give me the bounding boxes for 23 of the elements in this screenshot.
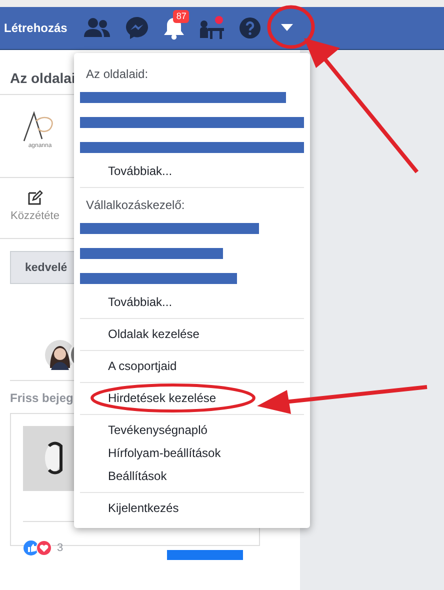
edit-icon[interactable]	[27, 190, 43, 206]
messenger-icon[interactable]	[125, 16, 150, 40]
menu-item[interactable]: Hírfolyam-beállítások	[80, 442, 304, 465]
menu-item[interactable]: Tevékenységnapló	[80, 419, 304, 442]
caret-icon[interactable]	[281, 24, 294, 32]
menu-heading: Vállalkozáskezelő:	[85, 197, 186, 214]
reactions-icon	[23, 540, 53, 556]
menu-item[interactable]: Hirdetések kezelése	[80, 387, 304, 410]
menu-item[interactable]: Továbbiak...	[80, 291, 304, 314]
recent-posts-heading: Friss bejeg	[10, 391, 74, 405]
menu-item[interactable]: A csoportjaid	[80, 355, 304, 378]
menu-item[interactable]: Kijelentkezés	[80, 497, 304, 520]
help-icon[interactable]	[239, 17, 262, 39]
create-link[interactable]: Létrehozás	[4, 21, 68, 35]
notification-badge: 87	[173, 10, 190, 23]
menu-item[interactable]: Oldalak kezelése	[80, 323, 304, 346]
publish-label: Közzététe	[10, 210, 60, 222]
menu-heading: Az oldalaid:	[85, 66, 150, 83]
reaction-count: 3	[57, 542, 64, 554]
friends-icon[interactable]	[83, 17, 112, 39]
menu-item[interactable]: Továbbiak...	[80, 160, 304, 183]
menu-item[interactable]: Beállítások	[80, 465, 304, 488]
person-at-desk-icon[interactable]	[199, 16, 226, 40]
